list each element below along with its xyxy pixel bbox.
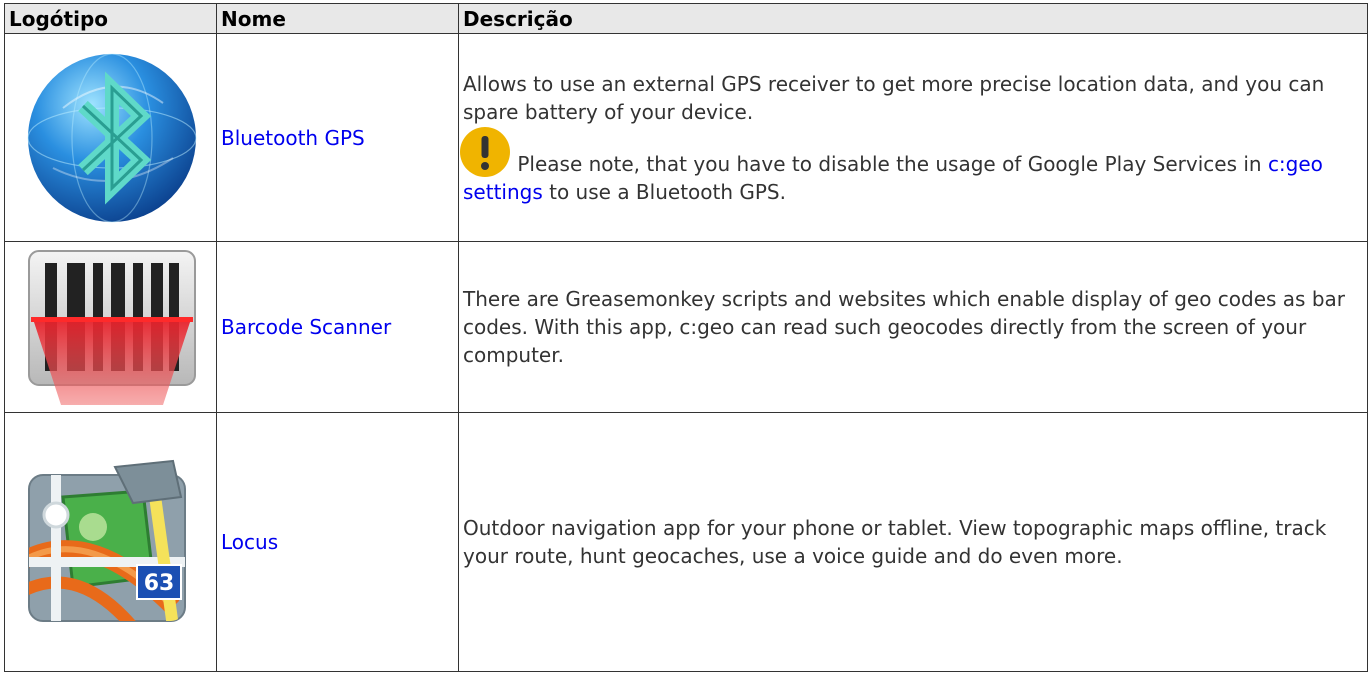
header-logo: Logótipo: [4, 3, 217, 34]
table-row: 63 Locus Outdoor navigation app for your…: [4, 412, 1368, 672]
barcode-scanner-link[interactable]: Barcode Scanner: [221, 315, 391, 339]
table-row: Bluetooth GPS Allows to use an external …: [4, 33, 1368, 242]
header-name: Nome: [216, 3, 459, 34]
logo-cell: [4, 241, 217, 413]
apps-table: Logótipo Nome Descrição Bluetooth GPS Al…: [4, 3, 1368, 672]
description-cell: Outdoor navigation app for your phone or…: [458, 412, 1368, 672]
logo-cell: 63: [4, 412, 217, 672]
locus-map-icon: 63: [28, 459, 186, 622]
name-cell: Barcode Scanner: [216, 241, 459, 413]
bluetooth-globe-icon: [27, 52, 197, 223]
header-description: Descrição: [458, 3, 1368, 34]
table-row: Barcode Scanner There are Greasemonkey s…: [4, 241, 1368, 413]
description-cell: Allows to use an external GPS receiver t…: [458, 33, 1368, 242]
logo-cell: [4, 33, 217, 242]
locus-link[interactable]: Locus: [221, 530, 278, 554]
note-text-before: Please note, that you have to disable th…: [517, 151, 1268, 176]
barcode-scanner-icon: [28, 250, 196, 405]
description-text: Allows to use an external GPS receiver t…: [463, 71, 1325, 124]
warning-exclamation-icon: [460, 126, 510, 177]
bluetooth-gps-link[interactable]: Bluetooth GPS: [221, 126, 365, 150]
description-cell: There are Greasemonkey scripts and websi…: [458, 241, 1368, 413]
name-cell: Locus: [216, 412, 459, 672]
note-paragraph: Please note, that you have to disable th…: [460, 126, 1363, 206]
description-text: Outdoor navigation app for your phone or…: [463, 516, 1327, 568]
note-text-after: to use a Bluetooth GPS.: [542, 179, 786, 204]
locus-badge-text: 63: [144, 571, 175, 596]
description-text: There are Greasemonkey scripts and websi…: [463, 287, 1346, 367]
table-header-row: Logótipo Nome Descrição: [4, 3, 1368, 34]
name-cell: Bluetooth GPS: [216, 33, 459, 242]
